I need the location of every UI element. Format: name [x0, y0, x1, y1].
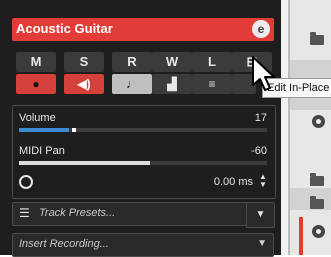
volume-slider[interactable]	[19, 128, 267, 132]
mute-button[interactable]: M	[16, 52, 56, 72]
record-icon: ●	[32, 77, 40, 91]
delay-spinner-icon[interactable]: ▲ ▼	[259, 173, 267, 189]
track-lane[interactable]	[290, 0, 331, 60]
track-color-bar	[299, 217, 303, 255]
edit-channel-settings-button[interactable]: e	[252, 20, 270, 38]
folder-icon	[310, 32, 324, 45]
volume-fill	[19, 128, 69, 132]
track-name: Acoustic Guitar	[16, 21, 113, 36]
midi-pan-label: MIDI Pan	[19, 145, 65, 157]
midi-pan-value[interactable]: -60	[251, 145, 267, 157]
folder-icon	[310, 196, 324, 209]
volume-value[interactable]: 17	[255, 112, 267, 124]
folder-icon	[310, 173, 324, 186]
speaker-icon: ◀)	[77, 77, 91, 91]
solo-button[interactable]: S	[64, 52, 104, 72]
insert-recording-dropdown[interactable]: Insert Recording... ▼	[12, 233, 274, 257]
track-presets-label: Track Presets...	[39, 207, 116, 219]
track-type-icon	[312, 115, 325, 128]
insert-recording-label: Insert Recording...	[19, 238, 109, 250]
track-lane[interactable]	[290, 110, 331, 160]
delay-icon	[19, 175, 33, 189]
midi-pan-slider[interactable]	[19, 161, 267, 165]
mouse-cursor-icon	[252, 56, 275, 91]
delay-value[interactable]: 0.00 ms	[214, 176, 253, 188]
menu-icon: ≡	[208, 77, 216, 91]
monitor-button[interactable]: ◀)	[64, 74, 104, 94]
track-presets-icon: ☰	[19, 206, 30, 220]
chevron-down-icon: ▼	[257, 238, 267, 249]
lock-button[interactable]: ▟	[152, 74, 192, 94]
lock-icon: ▟	[167, 77, 177, 91]
midi-pan-fill	[19, 161, 151, 165]
timebase-button[interactable]: ♩	[112, 74, 152, 94]
write-automation-button[interactable]: W	[152, 52, 192, 72]
track-presets-menu-button[interactable]: ▼	[246, 202, 275, 228]
volume-label: Volume	[19, 112, 56, 124]
track-type-icon	[312, 225, 325, 238]
musical-note-icon: ♩	[126, 77, 138, 91]
record-enable-button[interactable]: ●	[16, 74, 56, 94]
read-automation-button[interactable]: R	[112, 52, 152, 72]
track-menu-button[interactable]: ≡	[192, 74, 232, 94]
track-settings-section: Volume 17 MIDI Pan -60 0.00 ms ▲ ▼	[12, 105, 276, 199]
volume-knob[interactable]	[71, 128, 76, 132]
show-lanes-button[interactable]: L	[192, 52, 232, 72]
track-name-bar[interactable]: Acoustic Guitar e	[12, 18, 274, 41]
track-presets-dropdown[interactable]: ☰ Track Presets...	[12, 202, 264, 226]
